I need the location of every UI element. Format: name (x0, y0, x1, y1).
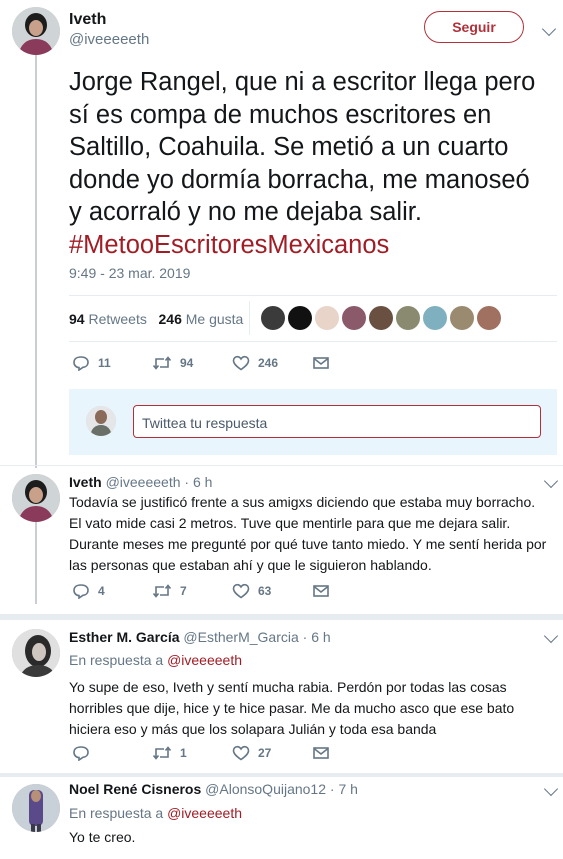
author-handle[interactable]: @iveeeeeth (106, 474, 181, 490)
tweet-text: Jorge Rangel, que ni a escritor llega pe… (69, 66, 549, 261)
retweet-action[interactable]: 1 (152, 745, 232, 761)
reply-time[interactable]: · 7 h (330, 781, 358, 797)
like-count: 63 (258, 584, 272, 598)
retweet-count: 94 (180, 356, 194, 370)
avatar[interactable] (12, 784, 60, 832)
message-icon (313, 585, 329, 597)
divider (69, 295, 557, 296)
in-reply-to-label: En respuesta a (69, 805, 164, 821)
author-handle[interactable]: @iveeeeeth (69, 31, 149, 48)
reply-time[interactable]: · 6 h (303, 629, 331, 645)
message-action[interactable] (312, 745, 330, 761)
like-count: 246 (258, 356, 279, 370)
reply-icon (73, 356, 89, 371)
chevron-down-icon[interactable] (541, 21, 557, 37)
reply-text: Yo te creo. (69, 829, 136, 845)
timestamp[interactable]: 9:49 - 23 mar. 2019 (69, 265, 190, 281)
retweet-count: 1 (180, 746, 187, 760)
reply-text: Todavía se justificó frente a sus amigxs… (69, 494, 547, 573)
reply-header: Iveth @iveeeeeth · 6 h (69, 474, 212, 490)
thread-line (35, 522, 37, 604)
like-action[interactable]: 27 (232, 745, 312, 761)
reply-count: 11 (98, 356, 111, 370)
liker-avatar[interactable] (261, 306, 285, 330)
thread-line (35, 54, 37, 468)
message-action[interactable] (312, 355, 330, 371)
author-name[interactable]: Noel René Cisneros (69, 781, 201, 797)
retweets-label[interactable]: Retweets (88, 311, 146, 327)
reply-icon (73, 584, 89, 599)
avatar[interactable] (12, 7, 60, 55)
retweet-count: 7 (180, 584, 187, 598)
divider (249, 301, 250, 335)
retweet-icon (152, 584, 172, 598)
message-icon (313, 357, 329, 369)
chevron-down-icon[interactable] (543, 781, 559, 797)
reply-action[interactable]: 4 (72, 583, 152, 599)
tweet-actions: 1 27 (72, 745, 330, 761)
in-reply-to: En respuesta a @iveeeeeth (69, 805, 242, 821)
liker-avatar[interactable] (396, 306, 420, 330)
in-reply-to-handle[interactable]: @iveeeeeth (167, 652, 242, 668)
reply-text: Yo supe de eso, Iveth y sentí mucha rabi… (69, 679, 515, 737)
avatar (86, 406, 116, 436)
author-name[interactable]: Esther M. García (69, 629, 180, 645)
like-icon (232, 583, 250, 599)
like-icon (232, 745, 250, 761)
liker-avatar[interactable] (423, 306, 447, 330)
avatar[interactable] (12, 629, 60, 677)
reply-time[interactable]: · 6 h (184, 474, 212, 490)
divider (69, 341, 557, 342)
like-action[interactable]: 63 (232, 583, 312, 599)
liker-avatar[interactable] (315, 306, 339, 330)
reply-header: Noel René Cisneros @AlonsoQuijano12 · 7 … (69, 781, 358, 797)
like-count: 27 (258, 746, 272, 760)
retweets-count[interactable]: 94 (69, 311, 85, 327)
chevron-down-icon[interactable] (543, 473, 559, 489)
author-name[interactable]: Iveth (69, 474, 102, 490)
likes-label[interactable]: Me gusta (186, 311, 244, 327)
in-reply-to-handle[interactable]: @iveeeeeth (167, 805, 242, 821)
message-icon (313, 747, 329, 759)
retweet-action[interactable]: 94 (152, 355, 232, 371)
message-action[interactable] (312, 583, 330, 599)
liker-avatar[interactable] (342, 306, 366, 330)
likes-count[interactable]: 246 (159, 311, 182, 327)
liker-avatar[interactable] (288, 306, 312, 330)
retweet-icon (152, 356, 172, 370)
like-action[interactable]: 246 (232, 355, 312, 371)
retweet-icon (152, 746, 172, 760)
hashtag-link[interactable]: #MetooEscritoresMexicanos (69, 231, 389, 259)
likers-avatars (261, 306, 501, 330)
author-name[interactable]: Iveth (69, 11, 106, 29)
reply-count: 4 (98, 584, 105, 598)
avatar[interactable] (12, 474, 60, 522)
retweet-action[interactable]: 7 (152, 583, 232, 599)
liker-avatar[interactable] (450, 306, 474, 330)
like-icon (232, 355, 250, 371)
liker-avatar[interactable] (369, 306, 393, 330)
reply-action[interactable] (72, 745, 152, 761)
divider (0, 465, 563, 466)
divider (0, 614, 563, 620)
tweet-actions: 11 94 246 (72, 355, 330, 371)
in-reply-to: En respuesta a @iveeeeeth (69, 652, 242, 668)
author-handle[interactable]: @EstherM_Garcia (183, 629, 298, 645)
engagement-stats: 94 Retweets 246 Me gusta (69, 311, 243, 327)
reply-icon (73, 746, 89, 761)
tweet-text-body: Jorge Rangel, que ni a escritor llega pe… (69, 68, 536, 226)
tweet-actions: 4 7 63 (72, 583, 330, 599)
chevron-down-icon[interactable] (543, 628, 559, 644)
author-handle[interactable]: @AlonsoQuijano12 (205, 781, 326, 797)
in-reply-to-label: En respuesta a (69, 652, 164, 668)
liker-avatar[interactable] (477, 306, 501, 330)
reply-action[interactable]: 11 (72, 355, 152, 371)
divider (0, 773, 563, 777)
reply-header: Esther M. García @EstherM_Garcia · 6 h (69, 629, 331, 645)
follow-button[interactable]: Seguir (424, 11, 524, 43)
reply-input[interactable]: Twittea tu respuesta (133, 405, 541, 438)
